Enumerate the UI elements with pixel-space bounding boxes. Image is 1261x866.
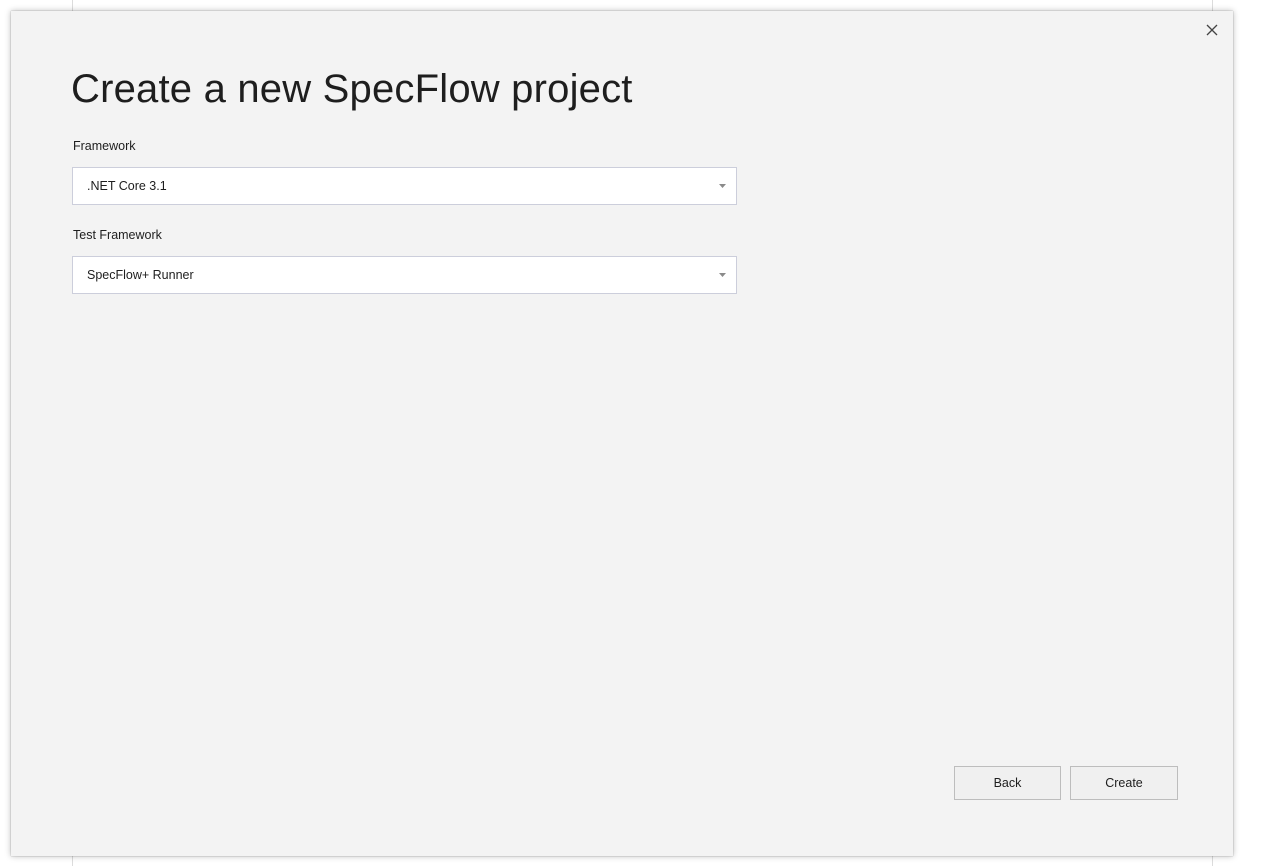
create-project-dialog: Create a new SpecFlow project Framework … xyxy=(11,11,1233,856)
test-framework-dropdown[interactable]: SpecFlow+ Runner xyxy=(72,256,737,294)
framework-selected-value: .NET Core 3.1 xyxy=(87,179,167,193)
back-button[interactable]: Back xyxy=(954,766,1061,800)
framework-dropdown[interactable]: .NET Core 3.1 xyxy=(72,167,737,205)
chevron-down-icon xyxy=(719,168,731,204)
test-framework-selected-value: SpecFlow+ Runner xyxy=(87,268,194,282)
chevron-down-icon xyxy=(719,257,731,293)
close-icon xyxy=(1206,24,1218,36)
page-title: Create a new SpecFlow project xyxy=(71,67,633,111)
close-button[interactable] xyxy=(1201,19,1223,41)
test-framework-label: Test Framework xyxy=(73,228,162,242)
create-button[interactable]: Create xyxy=(1070,766,1178,800)
framework-label: Framework xyxy=(73,139,136,153)
